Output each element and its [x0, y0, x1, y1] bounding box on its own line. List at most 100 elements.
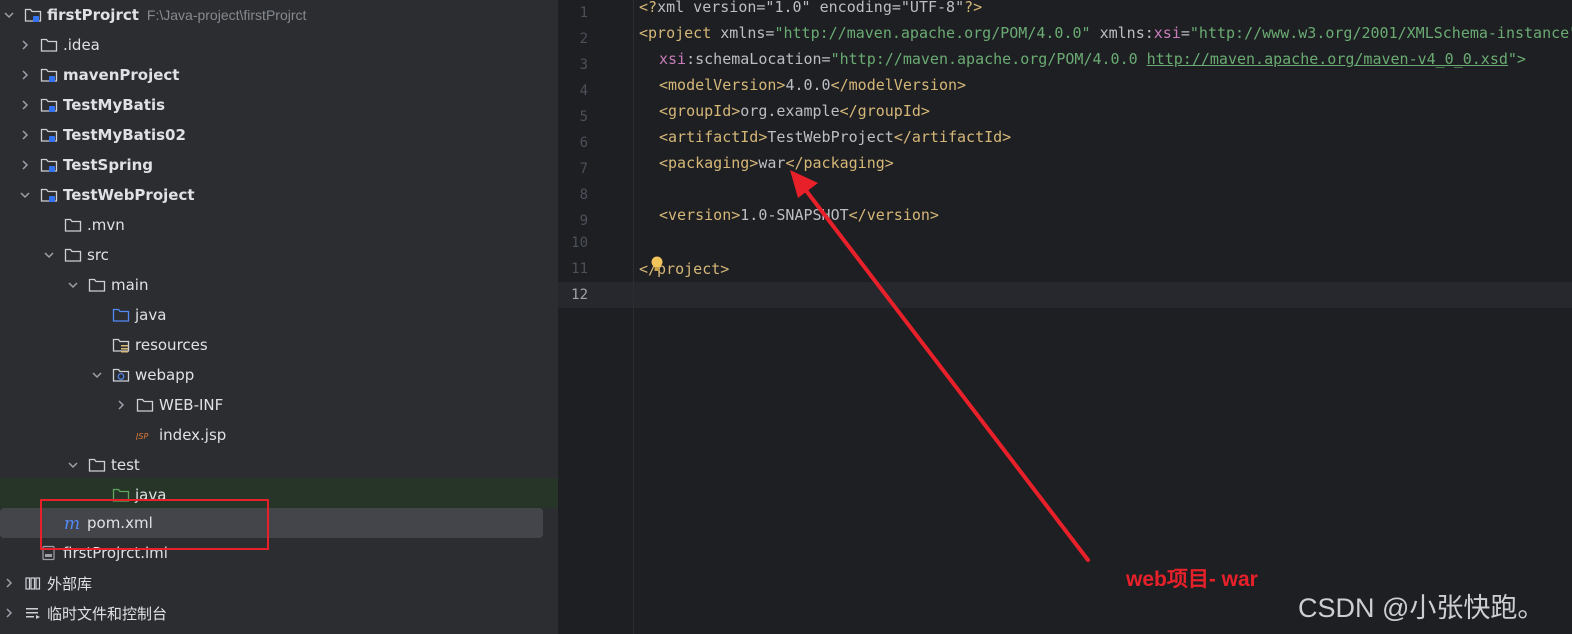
close-tag: </modelVersion>: [830, 76, 967, 94]
tree-row-mavenproject[interactable]: mavenProject: [0, 60, 558, 90]
namespace-xsi: xsi: [659, 50, 687, 68]
chevron-right-icon[interactable]: [2, 606, 16, 620]
code-line-4[interactable]: <modelVersion>4.0.0</modelVersion>: [639, 72, 966, 98]
gutter-separator: [633, 0, 634, 634]
line-number: 2: [579, 31, 588, 47]
code-line-3[interactable]: xsi:schemaLocation="http://maven.apache.…: [639, 46, 1526, 72]
tree-row-resources[interactable]: resources: [0, 330, 558, 360]
tree-row-main[interactable]: main: [0, 270, 558, 300]
close-tag: </groupId>: [839, 102, 930, 120]
open-tag: <packaging>: [659, 154, 759, 172]
tree-row-label: index.jsp: [159, 426, 227, 444]
attr-schema-location: :schemaLocation=: [686, 50, 831, 68]
tree-row-label: src: [87, 246, 109, 264]
schema-link[interactable]: http://maven.apache.org/maven-v4_0_0.xsd: [1147, 50, 1508, 68]
chevron-down-icon[interactable]: [66, 278, 80, 292]
line-number: 1: [579, 5, 588, 21]
project-path: F:\Java-project\firstProjrct: [146, 7, 307, 23]
tree-row-label: 外部库: [47, 574, 93, 593]
tree-row-test[interactable]: test: [0, 450, 558, 480]
tree-row-scratches[interactable]: 临时文件和控制台: [0, 598, 558, 628]
chevron-right-icon[interactable]: [114, 398, 128, 412]
tag-text: war: [758, 154, 786, 172]
chevron-down-icon[interactable]: [90, 368, 104, 382]
tag-text: 4.0.0: [785, 76, 831, 94]
module-folder-icon: [40, 186, 58, 204]
line-number: 8: [579, 187, 588, 203]
code-line-6[interactable]: <artifactId>TestWebProject</artifactId>: [639, 124, 1011, 150]
folder-icon: [40, 36, 58, 54]
tree-row-label: java: [135, 306, 167, 324]
chevron-right-icon[interactable]: [2, 576, 16, 590]
tree-row-label: TestWebProject: [63, 186, 195, 204]
open-tag: <version>: [659, 206, 741, 224]
tree-row-src[interactable]: src: [0, 240, 558, 270]
chevron-down-icon[interactable]: [66, 458, 80, 472]
code-line-7[interactable]: <packaging>war</packaging>: [639, 150, 894, 176]
open-tag: <groupId>: [659, 102, 741, 120]
folder-icon: [88, 456, 106, 474]
line-number: 5: [579, 109, 588, 125]
tree-row-webapp[interactable]: webapp: [0, 360, 558, 390]
library-icon: [24, 574, 42, 592]
tree-row-external-libraries[interactable]: 外部库: [0, 568, 558, 598]
tree-row-web-inf[interactable]: WEB-INF: [0, 390, 558, 420]
tag-text: org.example: [740, 102, 840, 120]
project-tag: <project: [639, 24, 712, 42]
tree-row-main-java[interactable]: java: [0, 300, 558, 330]
chevron-down-icon[interactable]: [18, 188, 32, 202]
intention-bulb-icon[interactable]: [650, 255, 664, 275]
code-line-1[interactable]: <?xml version="1.0" encoding="UTF-8"?>: [639, 0, 982, 20]
chevron-right-icon[interactable]: [18, 98, 32, 112]
watermark: CSDN @小张快跑。: [1298, 593, 1545, 623]
scratches-icon: [24, 604, 42, 622]
code-line-9[interactable]: <version>1.0-SNAPSHOT</version>: [639, 202, 939, 228]
folder-icon: [136, 396, 154, 414]
web-folder-icon: [112, 366, 130, 384]
chevron-down-icon[interactable]: [2, 8, 16, 22]
code-line-2[interactable]: <project xmlns="http://maven.apache.org/…: [639, 20, 1572, 46]
attr-value: "http://maven.apache.org/POM/4.0.0": [774, 24, 1091, 42]
module-folder-icon: [24, 6, 42, 24]
tag-text: TestWebProject: [767, 128, 894, 146]
tag-text: 1.0-SNAPSHOT: [740, 206, 849, 224]
chevron-right-icon[interactable]: [18, 68, 32, 82]
tree-row-testmybatis[interactable]: TestMyBatis: [0, 90, 558, 120]
open-tag: <artifactId>: [659, 128, 768, 146]
tree-row-label: .idea: [63, 36, 100, 54]
attr-value: "http://www.w3.org/2001/XMLSchema-instan…: [1189, 24, 1572, 42]
chevron-right-icon[interactable]: [18, 38, 32, 52]
tree-row-label: main: [111, 276, 149, 294]
tree-row-idea[interactable]: .idea: [0, 30, 558, 60]
chevron-down-icon[interactable]: [42, 248, 56, 262]
close-tag: </artifactId>: [893, 128, 1012, 146]
tree-row-firstprojrct[interactable]: firstProjrct F:\Java-project\firstProjrc…: [0, 0, 558, 30]
tree-row-testwebproject[interactable]: TestWebProject: [0, 180, 558, 210]
line-number: 7: [579, 161, 588, 177]
line-number: 3: [579, 57, 588, 73]
module-folder-icon: [40, 66, 58, 84]
line-number: 4: [579, 83, 588, 99]
tree-row-index-jsp[interactable]: JSP index.jsp: [0, 420, 558, 450]
tree-row-label: mavenProject: [63, 66, 180, 84]
tree-row-label: TestMyBatis02: [63, 126, 186, 144]
attr-xmlns: xmlns=: [711, 24, 775, 42]
current-line-highlight: [558, 282, 1572, 308]
tree-row-label: TestMyBatis: [63, 96, 166, 114]
chevron-right-icon[interactable]: [18, 158, 32, 172]
tree-row-label: test: [111, 456, 140, 474]
folder-icon: [64, 216, 82, 234]
module-folder-icon: [40, 156, 58, 174]
tree-row-testmybatis02[interactable]: TestMyBatis02: [0, 120, 558, 150]
code-line-5[interactable]: <groupId>org.example</groupId>: [639, 98, 930, 124]
tree-row-mvn[interactable]: .mvn: [0, 210, 558, 240]
tree-row-label: webapp: [135, 366, 195, 384]
folder-icon: [64, 246, 82, 264]
namespace-xsi: xsi: [1153, 24, 1181, 42]
tree-row-label: TestSpring: [63, 156, 154, 174]
chevron-right-icon[interactable]: [18, 128, 32, 142]
tree-row-label: WEB-INF: [159, 396, 224, 414]
source-folder-icon: [112, 306, 130, 324]
line-number: 10: [571, 235, 588, 251]
tree-row-testspring[interactable]: TestSpring: [0, 150, 558, 180]
